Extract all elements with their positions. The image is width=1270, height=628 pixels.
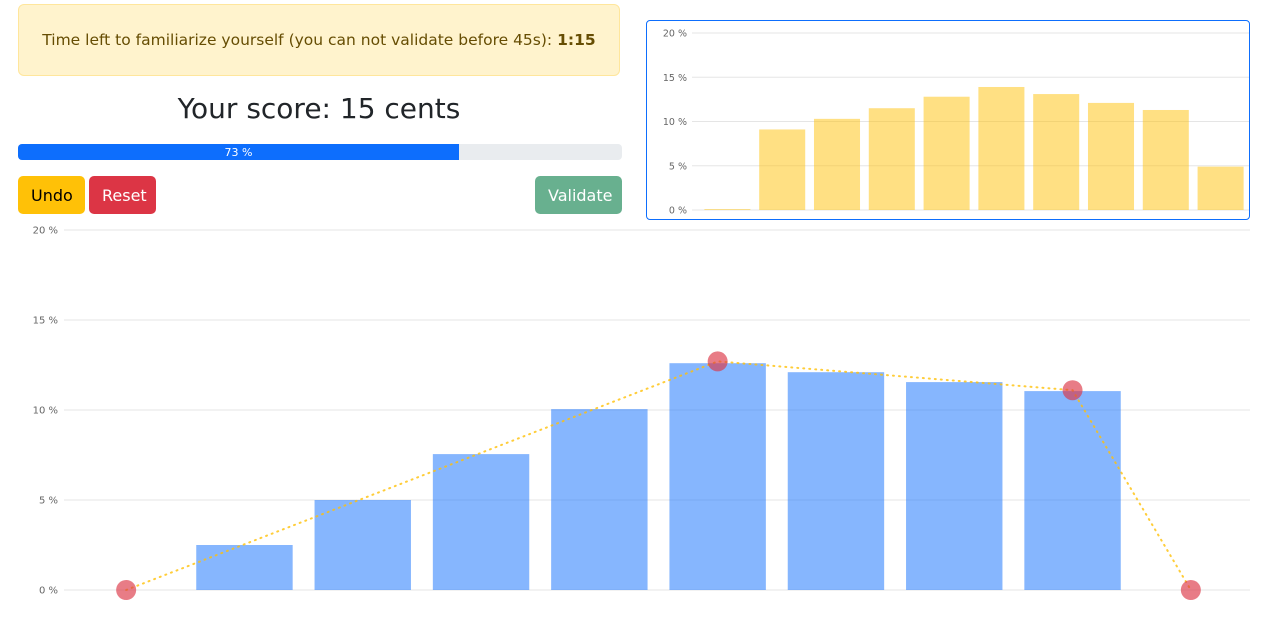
chart-bar[interactable] — [432, 454, 530, 590]
chart-bar — [704, 209, 751, 210]
curve-point[interactable] — [116, 580, 137, 600]
chart-bar[interactable] — [314, 500, 411, 590]
chart-bar — [759, 129, 806, 210]
chart-bar — [923, 96, 970, 210]
main-chart[interactable]: 0 % 5 % 10 % 15 % 20 % — [0, 220, 1270, 628]
y-tick-label: 20 % — [663, 29, 687, 40]
timer-alert: Time left to familiarize yourself (you c… — [18, 4, 620, 76]
main-chart-svg[interactable]: 0 % 5 % 10 % 15 % 20 % — [0, 220, 1270, 628]
y-tick-label: 10 % — [33, 406, 58, 417]
curve-point[interactable] — [1180, 580, 1201, 600]
chart-bar[interactable] — [669, 363, 766, 590]
curve-point[interactable] — [707, 351, 728, 372]
progress-bar: 73 % — [18, 144, 459, 160]
y-tick-label: 15 % — [663, 73, 687, 84]
curve-point[interactable] — [1062, 380, 1083, 401]
chart-bar[interactable] — [906, 382, 1003, 590]
chart-bar — [1033, 94, 1080, 210]
chart-bar[interactable] — [1024, 391, 1121, 590]
chart-bar — [978, 86, 1025, 210]
y-tick-label: 0 % — [39, 586, 58, 597]
chart-bar[interactable] — [787, 372, 885, 590]
timer-value: 1:15 — [557, 31, 596, 49]
chart-bar[interactable] — [196, 545, 293, 590]
chart-bar — [813, 118, 861, 210]
timer-text: Time left to familiarize yourself (you c… — [42, 31, 553, 49]
reference-chart-svg: 0 % 5 % 10 % 15 % 20 % — [663, 29, 1249, 217]
reset-button[interactable]: Reset — [89, 176, 156, 214]
undo-button[interactable]: Undo — [18, 176, 85, 214]
chart-bar — [1087, 102, 1135, 210]
y-tick-label: 0 % — [669, 206, 687, 217]
y-tick-label: 5 % — [39, 496, 58, 507]
progress-track: 73 % — [18, 144, 622, 160]
progress-label: 73 % — [224, 145, 253, 159]
score-heading: Your score: 15 cents — [177, 92, 461, 125]
chart-bar — [1197, 166, 1244, 210]
chart-bar — [1142, 109, 1189, 210]
y-tick-label: 10 % — [663, 117, 687, 128]
validate-button[interactable]: Validate — [535, 176, 622, 214]
chart-bar — [868, 108, 915, 210]
y-tick-label: 15 % — [33, 316, 58, 327]
y-tick-label: 20 % — [33, 226, 58, 237]
reference-chart: 0 % 5 % 10 % 15 % 20 % — [646, 20, 1250, 220]
y-tick-label: 5 % — [669, 161, 687, 172]
chart-bar[interactable] — [551, 409, 648, 590]
